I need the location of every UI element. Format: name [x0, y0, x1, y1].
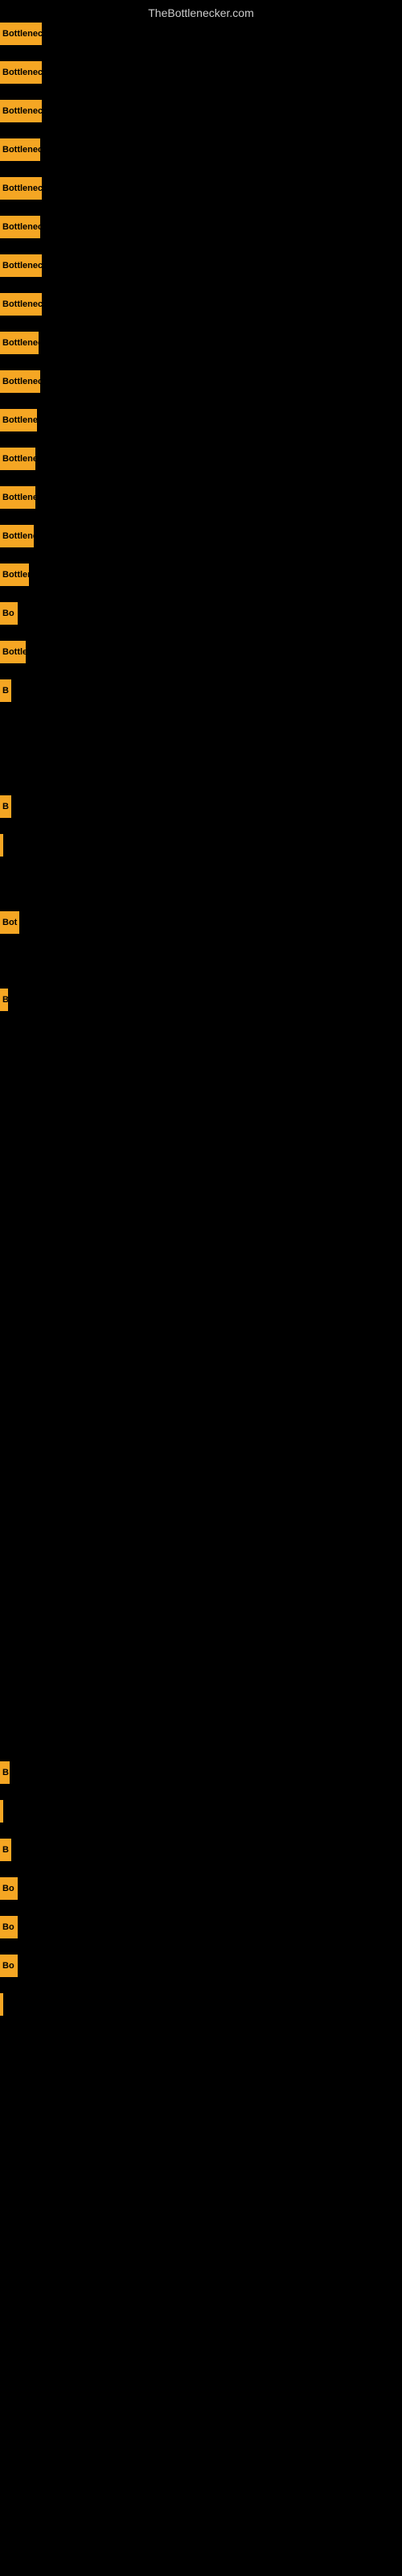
bar-item: Bottleneck resu [0, 293, 42, 316]
bar-label: B [0, 686, 11, 696]
bar-label: Bottleneck r [0, 493, 35, 502]
bar-item: Bottleneck resu [0, 177, 42, 200]
bar-item: Bottleneck res [0, 332, 39, 354]
bar-label: Bottleneck resu [0, 68, 42, 77]
bar-label: Bottleneck resu [0, 145, 40, 155]
bar-label: Bottleneck r [0, 454, 35, 464]
bar-label: Bottleneck resu [0, 377, 40, 386]
bar-item: Bottleneck r [0, 525, 34, 547]
bar-label: Bottleneck resu [0, 299, 42, 309]
bar-item: Bot [0, 911, 19, 934]
bar-item: Bottleneck resu [0, 254, 42, 277]
bar-label: Bo [0, 1961, 17, 1971]
bar-label: B [0, 995, 8, 1005]
bar-item: Bottle [0, 641, 26, 663]
bar-item: B [0, 795, 11, 818]
bar-label: Bottleneck resu [0, 29, 42, 39]
bar-item: Bottleneck r [0, 448, 35, 470]
bar-label: Bottleneck resu [0, 106, 42, 116]
bar-item: B [0, 1761, 10, 1784]
bar-label: Bottle [0, 647, 26, 657]
bar-item: Bottleneck resu [0, 61, 42, 84]
bar-label: B [0, 802, 11, 811]
bar-item: Bo [0, 1955, 18, 1977]
bar-item: B [0, 1839, 11, 1861]
bar-label: Bottleneck re [0, 415, 37, 425]
bar-label: Bottleneck r [0, 531, 34, 541]
bar-item: Bottleneck resu [0, 23, 42, 45]
bar-label: Bo [0, 609, 17, 618]
bar-label: Bo [0, 1922, 17, 1932]
bar-item: Bo [0, 602, 18, 625]
bar-label: Bo [0, 1884, 17, 1893]
bar-label: B [0, 1845, 11, 1855]
bar-label: Bottleneck resu [0, 184, 42, 193]
bar-item: Bottleneck resu [0, 100, 42, 122]
bar-item: B [0, 989, 8, 1011]
bar-item [0, 1993, 3, 2016]
site-title: TheBottlenecker.com [0, 0, 402, 26]
bar-label: Bot [0, 918, 19, 927]
bar-item: Bottleneck resu [0, 138, 40, 161]
bar-item: Bottleneck re [0, 409, 37, 431]
bar-item: B [0, 679, 11, 702]
bar-label: Bottleneck res [0, 338, 39, 348]
bar-label: Bottleneck resu [0, 222, 40, 232]
bar-item: Bottlene [0, 564, 29, 586]
bar-item: Bo [0, 1916, 18, 1938]
bar-item [0, 834, 3, 857]
bar-item: Bo [0, 1877, 18, 1900]
bar-item: Bottleneck r [0, 486, 35, 509]
bar-label: Bottleneck resu [0, 261, 42, 270]
bar-label: B [0, 1768, 10, 1777]
bar-item: Bottleneck resu [0, 216, 40, 238]
bar-item: Bottleneck resu [0, 370, 40, 393]
bar-label: Bottlene [0, 570, 29, 580]
bar-item [0, 1800, 3, 1823]
